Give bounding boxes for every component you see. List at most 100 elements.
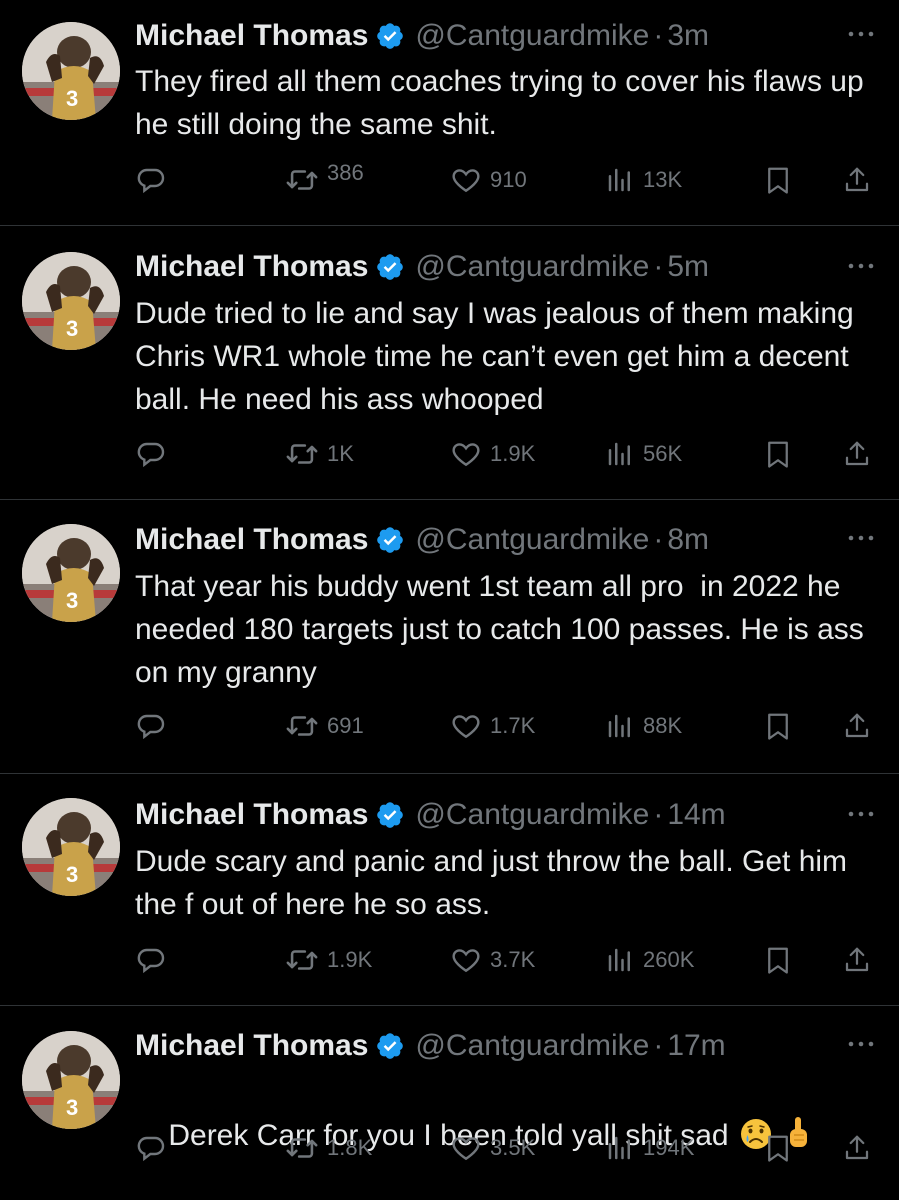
repost-button[interactable]: 386 — [285, 160, 364, 200]
like-count: 3.5K — [490, 1135, 536, 1160]
avatar[interactable]: 3 — [22, 1031, 120, 1129]
reply-icon — [137, 442, 165, 468]
timestamp[interactable]: 8m — [667, 523, 709, 557]
tweet[interactable]: 3 Michael Thomas @Cantguardmike · 14m Du… — [0, 774, 899, 1006]
tweet-actions: 1.8K 3.5K 194K — [135, 1128, 880, 1168]
bookmark-icon — [768, 947, 788, 974]
display-name[interactable]: Michael Thomas — [135, 1029, 368, 1063]
svg-text:3: 3 — [66, 862, 78, 887]
repost-count: 1K — [327, 441, 354, 466]
repost-icon — [286, 1138, 318, 1158]
bookmark-button[interactable] — [763, 434, 793, 474]
bookmark-icon — [768, 713, 788, 740]
reply-icon — [137, 714, 165, 740]
more-options-icon[interactable] — [845, 1034, 877, 1054]
more-options-icon[interactable] — [845, 804, 877, 824]
repost-button[interactable]: 691 — [285, 706, 364, 746]
verified-badge-icon[interactable] — [375, 252, 405, 282]
tweet-text: They fired all them coaches trying to co… — [135, 65, 873, 141]
bookmark-button[interactable] — [763, 706, 793, 746]
share-icon — [845, 1135, 869, 1160]
repost-button[interactable]: 1.9K — [285, 940, 372, 980]
tweet[interactable]: 3 Michael Thomas @Cantguardmike · 5m Dud… — [0, 226, 899, 500]
bookmark-button[interactable] — [763, 160, 793, 200]
tweet-text: Dude scary and panic and just throw the … — [135, 845, 856, 921]
repost-count: 386 — [327, 160, 364, 185]
reply-button[interactable] — [135, 706, 167, 746]
handle[interactable]: @Cantguardmike — [415, 1029, 649, 1063]
repost-count: 1.9K — [327, 947, 373, 972]
share-icon — [845, 713, 869, 738]
like-button[interactable]: 3.7K — [450, 940, 535, 980]
tweet-header: Michael Thomas @Cantguardmike · 14m — [135, 795, 829, 835]
separator-dot: · — [653, 798, 664, 831]
display-name[interactable]: Michael Thomas — [135, 798, 368, 832]
heart-icon — [452, 169, 480, 193]
repost-button[interactable]: 1K — [285, 434, 354, 474]
verified-badge-icon[interactable] — [375, 525, 405, 555]
share-button[interactable] — [842, 434, 872, 474]
tweet-header: Michael Thomas @Cantguardmike · 17m — [135, 1026, 829, 1066]
views-button[interactable]: 194K — [605, 1128, 694, 1168]
avatar[interactable]: 3 — [22, 252, 120, 350]
svg-text:3: 3 — [66, 86, 78, 111]
verified-badge-icon[interactable] — [375, 800, 405, 830]
repost-button[interactable]: 1.8K — [285, 1128, 372, 1168]
share-button[interactable] — [842, 160, 872, 200]
more-options-icon[interactable] — [845, 528, 877, 548]
views-button[interactable]: 13K — [605, 160, 682, 200]
tweet-actions: 1.9K 3.7K 260K — [135, 940, 880, 980]
tweet[interactable]: 3 Michael Thomas @Cantguardmike · 8m Tha… — [0, 500, 899, 774]
svg-text:3: 3 — [66, 1095, 78, 1120]
handle[interactable]: @Cantguardmike — [415, 798, 649, 832]
views-count: 88K — [643, 713, 683, 738]
more-options-icon[interactable] — [845, 24, 877, 44]
tweet[interactable]: 3 Michael Thomas @Cantguardmike · 3m The… — [0, 0, 899, 226]
views-count: 13K — [643, 167, 683, 192]
separator-dot: · — [653, 250, 664, 283]
display-name[interactable]: Michael Thomas — [135, 250, 368, 284]
bookmark-button[interactable] — [763, 940, 793, 980]
avatar[interactable]: 3 — [22, 798, 120, 896]
like-count: 1.9K — [490, 441, 536, 466]
avatar[interactable]: 3 — [22, 524, 120, 622]
timestamp[interactable]: 3m — [667, 19, 709, 53]
tweet-text: That year his buddy went 1st team all pr… — [135, 570, 873, 689]
handle[interactable]: @Cantguardmike — [415, 250, 649, 284]
display-name[interactable]: Michael Thomas — [135, 523, 368, 557]
like-button[interactable]: 910 — [450, 160, 527, 200]
separator-dot: · — [653, 19, 664, 52]
timestamp[interactable]: 14m — [667, 798, 725, 832]
tweet[interactable]: 3 Michael Thomas @Cantguardmike · 17m De… — [0, 1006, 899, 1200]
repost-icon — [286, 950, 318, 970]
reply-button[interactable] — [135, 434, 167, 474]
views-button[interactable]: 56K — [605, 434, 682, 474]
more-options-icon[interactable] — [845, 256, 877, 276]
avatar[interactable]: 3 — [22, 22, 120, 120]
bookmark-button[interactable] — [763, 1128, 793, 1168]
views-button[interactable]: 88K — [605, 706, 682, 746]
share-icon — [845, 947, 869, 972]
share-button[interactable] — [842, 1128, 872, 1168]
display-name[interactable]: Michael Thomas — [135, 19, 368, 53]
handle[interactable]: @Cantguardmike — [415, 523, 649, 557]
handle[interactable]: @Cantguardmike — [415, 19, 649, 53]
views-button[interactable]: 260K — [605, 940, 694, 980]
like-count: 1.7K — [490, 713, 536, 738]
timestamp[interactable]: 5m — [667, 250, 709, 284]
share-button[interactable] — [842, 940, 872, 980]
share-button[interactable] — [842, 706, 872, 746]
like-button[interactable]: 3.5K — [450, 1128, 535, 1168]
like-button[interactable]: 1.7K — [450, 706, 535, 746]
like-button[interactable]: 1.9K — [450, 434, 535, 474]
heart-icon — [452, 949, 480, 973]
reply-button[interactable] — [135, 1128, 167, 1168]
reply-button[interactable] — [135, 160, 167, 200]
timestamp[interactable]: 17m — [667, 1029, 725, 1063]
repost-icon — [286, 170, 318, 190]
verified-badge-icon[interactable] — [375, 1031, 405, 1061]
reply-button[interactable] — [135, 940, 167, 980]
reply-icon — [137, 1136, 165, 1162]
verified-badge-icon[interactable] — [375, 21, 405, 51]
reply-icon — [137, 948, 165, 974]
